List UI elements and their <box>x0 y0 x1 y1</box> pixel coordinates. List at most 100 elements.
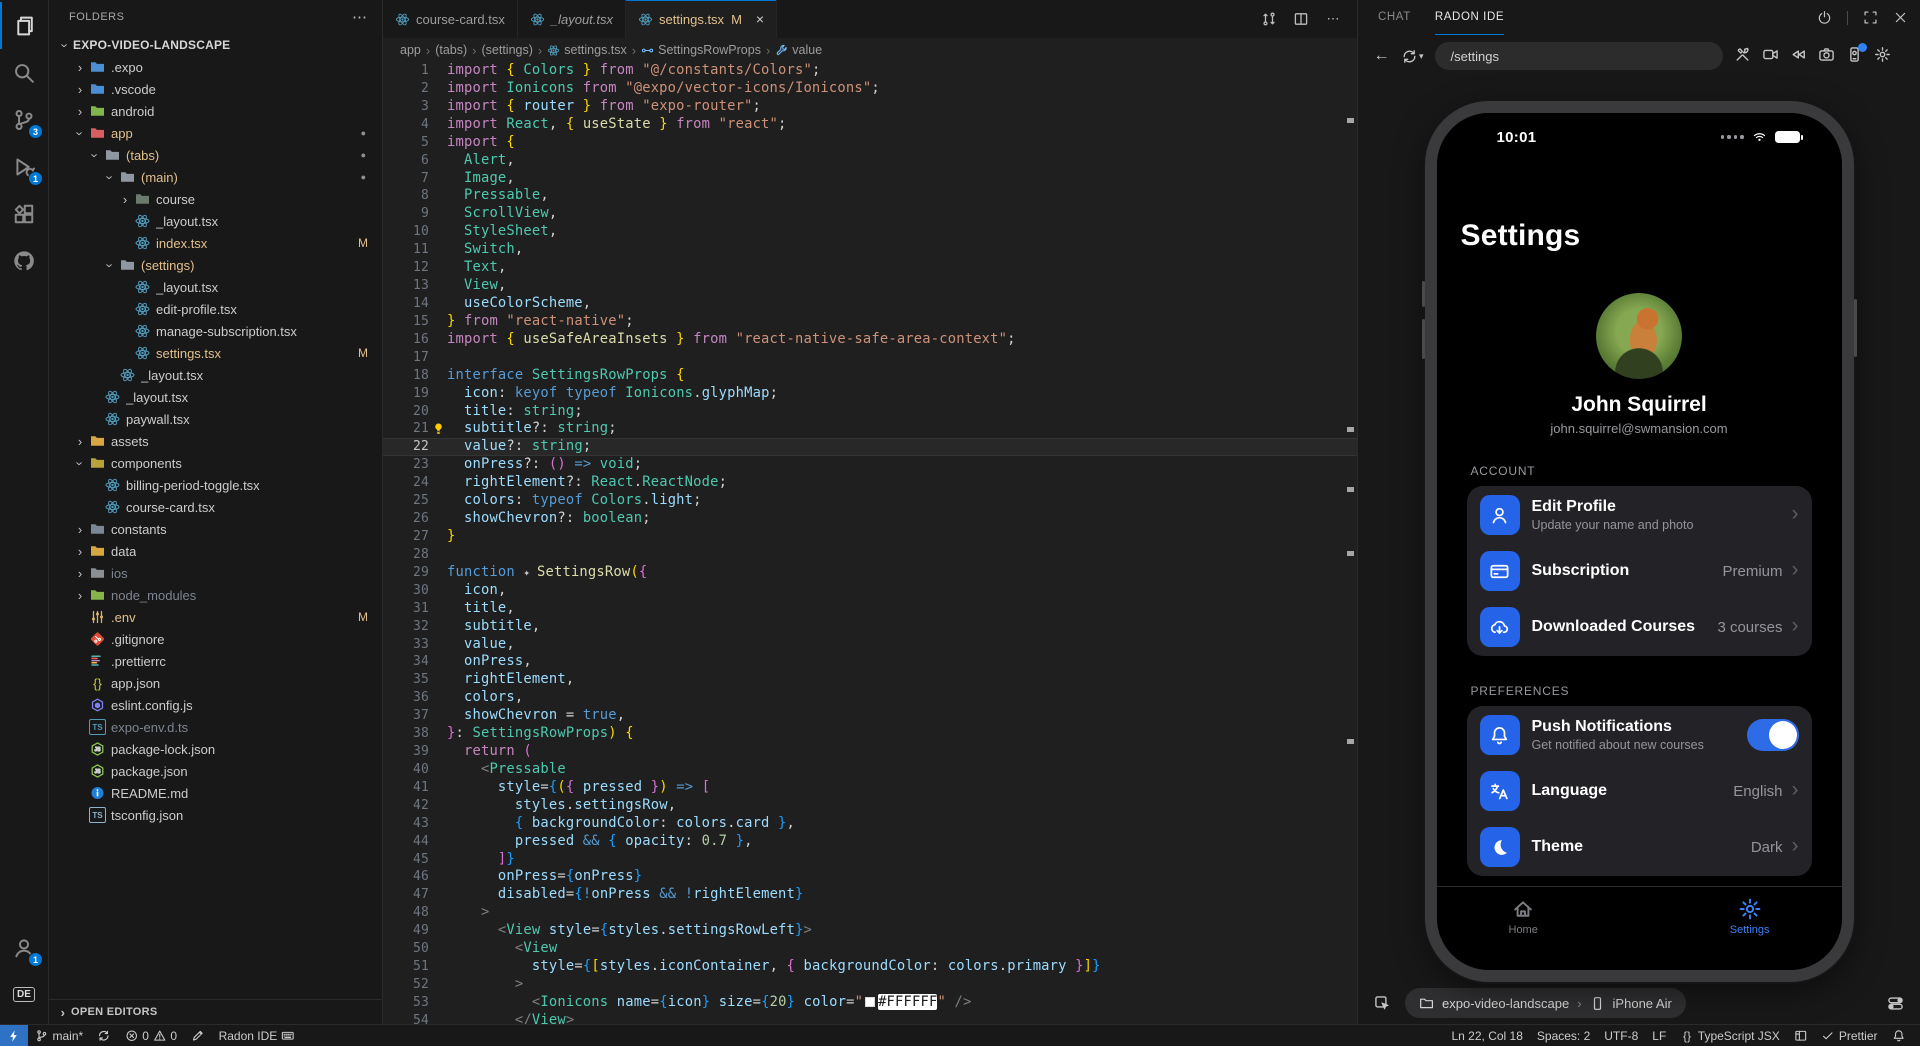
code-line-34[interactable]: 34 onPress, <box>383 653 1357 671</box>
breadcrumb-item-app[interactable]: app <box>400 43 421 57</box>
code-line-31[interactable]: 31 title, <box>383 600 1357 618</box>
overview-ruler[interactable] <box>1346 62 1354 1024</box>
tree-item-assets[interactable]: ›assets <box>49 430 382 452</box>
split-editor-icon[interactable] <box>1293 11 1309 27</box>
tree-item--tabs-[interactable]: ›(tabs)● <box>49 144 382 166</box>
code-line-33[interactable]: 33 value, <box>383 636 1357 654</box>
activity-item-de-logo[interactable]: DE <box>0 971 48 1018</box>
code-line-53[interactable]: 53 <Ionicons name={icon} size={20} color… <box>383 994 1357 1012</box>
status-eol[interactable]: LF <box>1645 1029 1673 1043</box>
code-line-14[interactable]: 14 useColorScheme, <box>383 295 1357 313</box>
device-profile[interactable] <box>1846 46 1863 66</box>
activity-item-search[interactable] <box>0 49 48 96</box>
tree-item--env[interactable]: .envM <box>49 606 382 628</box>
tree-item-ios[interactable]: ›ios <box>49 562 382 584</box>
breadcrumb-item-value[interactable]: value <box>775 43 822 57</box>
tree-item--vscode[interactable]: ›.vscode <box>49 78 382 100</box>
status-cursor-position[interactable]: Ln 22, Col 18 <box>1445 1029 1530 1043</box>
code-line-38[interactable]: 38}: SettingsRowProps) { <box>383 725 1357 743</box>
tree-item-app[interactable]: ›app● <box>49 122 382 144</box>
code-line-7[interactable]: 7 Image, <box>383 170 1357 188</box>
tree-item--expo[interactable]: ›.expo <box>49 56 382 78</box>
tree-item-node-modules[interactable]: ›node_modules <box>49 584 382 606</box>
code-line-13[interactable]: 13 View, <box>383 277 1357 295</box>
code-line-8[interactable]: 8 Pressable, <box>383 187 1357 205</box>
tree-item--layout-tsx[interactable]: _layout.tsx <box>49 364 382 386</box>
code-line-44[interactable]: 44 pressed && { opacity: 0.7 }, <box>383 833 1357 851</box>
code-line-15[interactable]: 15} from "react-native"; <box>383 313 1357 331</box>
status-formatter[interactable]: Prettier <box>1814 1029 1884 1043</box>
code-line-52[interactable]: 52 > <box>383 976 1357 994</box>
code-line-24[interactable]: 24 rightElement?: React.ReactNode; <box>383 474 1357 492</box>
tree-item--layout-tsx[interactable]: _layout.tsx <box>49 210 382 232</box>
chevron-down-icon[interactable]: ▾ <box>1419 51 1424 62</box>
tree-item-package-lock-json[interactable]: JSpackage-lock.json <box>49 738 382 760</box>
code-editor[interactable]: 1import { Colors } from "@/constants/Col… <box>383 62 1357 1024</box>
status-problems[interactable]: 00 <box>118 1025 184 1046</box>
breadcrumb-item--settings-[interactable]: (settings) <box>482 43 533 57</box>
toggle-on[interactable] <box>1747 719 1799 751</box>
tree-item--main-[interactable]: ›(main)● <box>49 166 382 188</box>
tree-item-expo-video-landscape[interactable]: ›EXPO-VIDEO-LANDSCAPE <box>49 34 382 56</box>
code-line-18[interactable]: 18interface SettingsRowProps { <box>383 367 1357 385</box>
code-line-5[interactable]: 5import { <box>383 134 1357 152</box>
tree-item-manage-subscription-tsx[interactable]: manage-subscription.tsx <box>49 320 382 342</box>
tree-item-tsconfig-json[interactable]: TStsconfig.json <box>49 804 382 826</box>
code-line-48[interactable]: 48 > <box>383 904 1357 922</box>
status-notifications[interactable] <box>1885 1029 1913 1043</box>
tree-item-edit-profile-tsx[interactable]: edit-profile.tsx <box>49 298 382 320</box>
power-icon[interactable] <box>1817 10 1832 25</box>
breadcrumb-item--tabs-[interactable]: (tabs) <box>435 43 467 57</box>
tree-item-readme-md[interactable]: README.md <box>49 782 382 804</box>
close-panel-icon[interactable] <box>1893 10 1908 25</box>
code-line-2[interactable]: 2import Ionicons from "@expo/vector-icon… <box>383 80 1357 98</box>
code-line-3[interactable]: 3import { router } from "expo-router"; <box>383 98 1357 116</box>
code-line-26[interactable]: 26 showChevron?: boolean; <box>383 510 1357 528</box>
code-line-25[interactable]: 25 colors: typeof Colors.light; <box>383 492 1357 510</box>
lightbulb-icon[interactable] <box>432 422 445 435</box>
tree-item-app-json[interactable]: {}app.json <box>49 672 382 694</box>
status-git-branch[interactable]: main* <box>28 1025 90 1046</box>
code-line-37[interactable]: 37 showChevron = true, <box>383 707 1357 725</box>
open-editors-header[interactable]: › OPEN EDITORS <box>49 999 382 1024</box>
status-encoding[interactable]: UTF-8 <box>1597 1029 1645 1043</box>
code-line-50[interactable]: 50 <View <box>383 940 1357 958</box>
tree-item-eslint-config-js[interactable]: eslint.config.js <box>49 694 382 716</box>
code-line-51[interactable]: 51 style={[styles.iconContainer, { backg… <box>383 958 1357 976</box>
code-line-6[interactable]: 6 Alert, <box>383 152 1357 170</box>
status-indentation[interactable]: Spaces: 2 <box>1530 1029 1597 1043</box>
back-icon[interactable]: ← <box>1373 48 1390 65</box>
settings-row-subscription[interactable]: SubscriptionPremium› <box>1467 543 1812 599</box>
activity-item-source-control[interactable]: 3 <box>0 96 48 143</box>
status-radon-launcher[interactable] <box>0 1025 28 1046</box>
code-line-16[interactable]: 16import { useSafeAreaInsets } from "rea… <box>383 331 1357 349</box>
code-line-9[interactable]: 9 ScrollView, <box>383 205 1357 223</box>
url-input[interactable]: /settings <box>1435 42 1723 70</box>
folders-more-icon[interactable]: ⋯ <box>352 8 368 26</box>
status-language-mode[interactable]: {}TypeScript JSX <box>1673 1029 1787 1043</box>
code-line-23[interactable]: 23 onPress?: () => void; <box>383 456 1357 474</box>
code-line-45[interactable]: 45 ]} <box>383 851 1357 869</box>
tab-chat[interactable]: CHAT <box>1378 0 1411 35</box>
code-line-17[interactable]: 17 <box>383 349 1357 367</box>
code-line-4[interactable]: 4import React, { useState } from "react"… <box>383 116 1357 134</box>
tree-item-package-json[interactable]: JSpackage.json <box>49 760 382 782</box>
more-actions-icon[interactable]: ⋯ <box>1325 11 1341 27</box>
reload-control[interactable]: ▾ <box>1401 48 1424 65</box>
code-line-28[interactable]: 28 <box>383 546 1357 564</box>
code-line-12[interactable]: 12 Text, <box>383 259 1357 277</box>
device-settings-icon[interactable] <box>1887 995 1904 1012</box>
tree-item-paywall-tsx[interactable]: paywall.tsx <box>49 408 382 430</box>
settings-row-downloaded-courses[interactable]: Downloaded Courses3 courses› <box>1467 599 1812 655</box>
project-device-selector[interactable]: expo-video-landscape › iPhone Air <box>1405 988 1686 1018</box>
code-line-49[interactable]: 49 <View style={styles.settingsRowLeft}> <box>383 922 1357 940</box>
editor-tab-settings-tsx[interactable]: settings.tsxM× <box>626 0 777 38</box>
code-line-47[interactable]: 47 disabled={!onPress && !rightElement} <box>383 886 1357 904</box>
tree-item-expo-env-d-ts[interactable]: TSexpo-env.d.ts <box>49 716 382 738</box>
code-line-10[interactable]: 10 StyleSheet, <box>383 223 1357 241</box>
code-line-43[interactable]: 43 { backgroundColor: colors.card }, <box>383 815 1357 833</box>
dev-tools[interactable] <box>1734 46 1751 66</box>
phone-tab-home[interactable]: Home <box>1509 897 1538 970</box>
code-line-22[interactable]: 22 value?: string; <box>383 438 1357 456</box>
code-line-36[interactable]: 36 colors, <box>383 689 1357 707</box>
